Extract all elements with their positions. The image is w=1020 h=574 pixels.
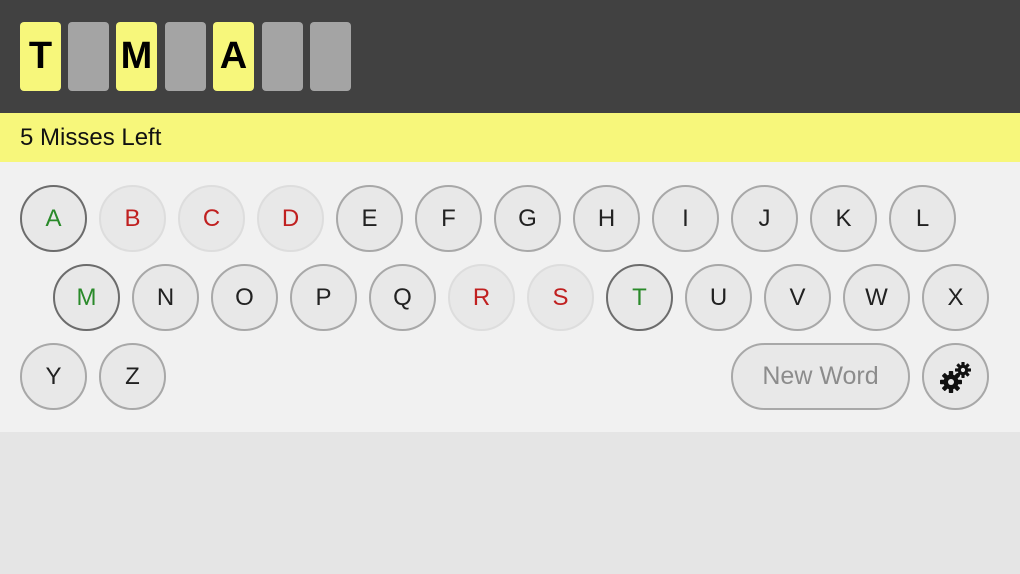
key-d[interactable]: D [257,185,324,252]
key-e[interactable]: E [336,185,403,252]
key-z[interactable]: Z [99,343,166,410]
letter-keyboard: A B C D E F G H I J K L M N O P Q R S T … [0,162,1020,432]
letter-tile: A [213,22,254,91]
key-v[interactable]: V [764,264,831,331]
letter-tile [68,22,109,91]
key-y[interactable]: Y [20,343,87,410]
key-j[interactable]: J [731,185,798,252]
key-n[interactable]: N [132,264,199,331]
key-t[interactable]: T [606,264,673,331]
key-p[interactable]: P [290,264,357,331]
key-c[interactable]: C [178,185,245,252]
settings-button[interactable] [922,343,989,410]
key-w[interactable]: W [843,264,910,331]
key-u[interactable]: U [685,264,752,331]
gears-icon [939,361,971,393]
key-q[interactable]: Q [369,264,436,331]
word-bar: T M A [0,0,1020,113]
misses-left-text: 5 Misses Left [20,124,162,151]
key-s[interactable]: S [527,264,594,331]
key-m[interactable]: M [53,264,120,331]
key-k[interactable]: K [810,185,877,252]
letter-tile [165,22,206,91]
key-b[interactable]: B [99,185,166,252]
letter-tile [310,22,351,91]
key-i[interactable]: I [652,185,719,252]
key-l[interactable]: L [889,185,956,252]
key-a[interactable]: A [20,185,87,252]
letter-tile [262,22,303,91]
letter-tile: T [20,22,61,91]
key-r[interactable]: R [448,264,515,331]
key-h[interactable]: H [573,185,640,252]
key-o[interactable]: O [211,264,278,331]
letter-tile: M [116,22,157,91]
key-g[interactable]: G [494,185,561,252]
status-bar: 5 Misses Left [0,113,1020,162]
key-x[interactable]: X [922,264,989,331]
key-f[interactable]: F [415,185,482,252]
new-word-button[interactable]: New Word [731,343,910,410]
